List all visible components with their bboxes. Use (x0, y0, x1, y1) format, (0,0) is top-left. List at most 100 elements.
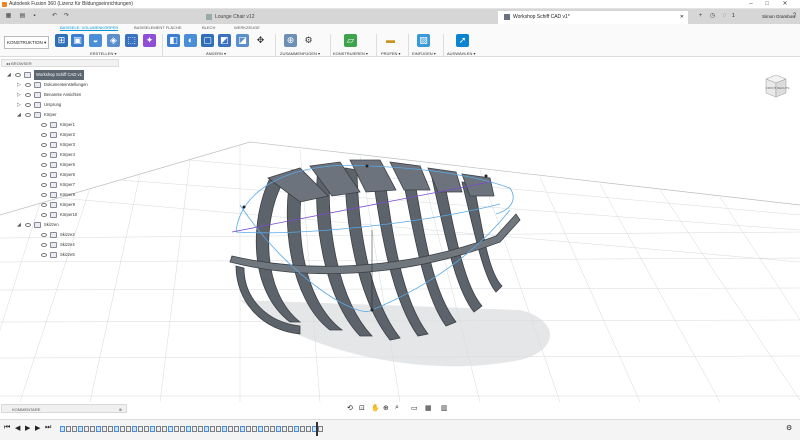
visibility-eye-icon[interactable] (41, 163, 47, 167)
timeline-feature-icon[interactable] (198, 426, 203, 432)
visibility-eye-icon[interactable] (25, 103, 31, 107)
group-auswaehlen[interactable]: AUSWÄHLEN ▾ (447, 51, 475, 56)
offset-plane-icon[interactable]: ▱ (344, 34, 357, 47)
browser-node[interactable]: Körper3 (1, 140, 119, 150)
browser-node[interactable]: Körper4 (1, 150, 119, 160)
browser-node[interactable]: ◢ Workshop Schiff CAD v1 (1, 70, 119, 80)
close-tab-icon[interactable]: ✕ (680, 11, 684, 24)
file-menu-icon[interactable]: ▤ (18, 12, 27, 21)
expand-toggle-icon[interactable]: ◢ (7, 70, 11, 80)
minimize-button[interactable]: – (744, 0, 758, 9)
timeline-feature-icon[interactable] (258, 426, 263, 432)
timeline-feature-icon[interactable] (150, 426, 155, 432)
timeline-feature-icon[interactable] (270, 426, 275, 432)
revolve-icon[interactable]: ◒ (89, 34, 102, 47)
play-icon[interactable]: ▶ (25, 424, 30, 432)
go-to-start-icon[interactable]: ⏮ (4, 424, 10, 432)
browser-node[interactable]: Körper10 (1, 210, 119, 220)
browser-node[interactable]: Körper1 (1, 120, 119, 130)
zoom-window-icon[interactable]: ⌕ (395, 404, 399, 412)
model-canvas[interactable] (0, 58, 800, 403)
expand-toggle-icon[interactable]: ▷ (17, 90, 21, 100)
redo-icon[interactable]: ↷ (62, 12, 71, 21)
timeline-feature-icon[interactable] (126, 426, 131, 432)
timeline-feature-icon[interactable] (78, 426, 83, 432)
browser-node[interactable]: ◢ Skizzen (1, 220, 119, 230)
undo-icon[interactable]: ↶ (50, 12, 59, 21)
timeline-feature-icon[interactable] (102, 426, 107, 432)
timeline-feature-icon[interactable] (168, 426, 173, 432)
browser-node[interactable]: Körper8 (1, 190, 119, 200)
split-icon[interactable]: ◪ (236, 34, 249, 47)
tab-lounge-chair[interactable]: Lounge Chair v12 (200, 11, 380, 24)
add-comment-icon[interactable]: ⊕ (119, 405, 122, 414)
browser-node[interactable]: Körper5 (1, 160, 119, 170)
timeline-feature-icon[interactable] (108, 426, 113, 432)
sketch-point[interactable] (484, 174, 488, 178)
box-icon[interactable]: ⬚ (125, 34, 138, 47)
timeline-feature-icon[interactable] (186, 426, 191, 432)
timeline-feature-icon[interactable] (156, 426, 161, 432)
visibility-eye-icon[interactable] (41, 173, 47, 177)
visibility-eye-icon[interactable] (41, 233, 47, 237)
browser-node[interactable]: ▷ Ursprung (1, 100, 119, 110)
grid-settings-icon[interactable]: ▦ (425, 404, 432, 412)
timeline-feature-icon[interactable] (174, 426, 179, 432)
browser-node[interactable]: ◢ Körper (1, 110, 119, 120)
tab-werkzeuge[interactable]: WERKZEUGE (234, 24, 260, 31)
timeline-feature-icon[interactable] (192, 426, 197, 432)
visibility-eye-icon[interactable] (25, 83, 31, 87)
look-at-icon[interactable]: ⊡ (359, 404, 365, 412)
timeline-feature-icon[interactable] (288, 426, 293, 432)
visibility-eye-icon[interactable] (41, 133, 47, 137)
timeline-feature-icon[interactable] (240, 426, 245, 432)
insert-image-icon[interactable]: ▨ (417, 34, 430, 47)
browser-node[interactable]: Körper2 (1, 130, 119, 140)
group-aendern[interactable]: ÄNDERN ▾ (206, 51, 226, 56)
browser-node[interactable]: Körper9 (1, 200, 119, 210)
timeline-feature-icon[interactable] (132, 426, 137, 432)
visibility-eye-icon[interactable] (41, 183, 47, 187)
display-settings-icon[interactable]: ▭ (411, 404, 418, 412)
timeline-feature-icon[interactable] (246, 426, 251, 432)
select-icon[interactable]: ➚ (456, 34, 469, 47)
group-einfuegen[interactable]: EINFÜGEN ▾ (412, 51, 436, 56)
pan-icon[interactable]: ✋ (371, 404, 380, 412)
expand-toggle-icon[interactable]: ◢ (17, 110, 21, 120)
timeline-feature-icon[interactable] (144, 426, 149, 432)
browser-node[interactable]: Skizze4 (1, 240, 119, 250)
timeline-feature-icon[interactable] (318, 426, 323, 432)
group-erstellen[interactable]: ERSTELLEN ▾ (90, 51, 116, 56)
visibility-eye-icon[interactable] (15, 73, 21, 77)
timeline-feature-icon[interactable] (138, 426, 143, 432)
expand-toggle-icon[interactable]: ▷ (17, 80, 21, 90)
visibility-eye-icon[interactable] (41, 143, 47, 147)
tab-workshop-schiff[interactable]: Workshop Schiff CAD v1* ✕ (498, 11, 688, 24)
timeline-settings-icon[interactable]: ⚙ (786, 424, 792, 432)
expand-toggle-icon[interactable]: ▷ (17, 100, 21, 110)
visibility-eye-icon[interactable] (41, 203, 47, 207)
timeline-feature-icon[interactable] (252, 426, 257, 432)
viewcube[interactable]: FRONT RECHTS (762, 71, 789, 101)
sketch-point[interactable] (242, 205, 246, 209)
browser-node[interactable]: Körper7 (1, 180, 119, 190)
browser-node[interactable]: Körper6 (1, 170, 119, 180)
timeline-feature-icon[interactable] (204, 426, 209, 432)
joint-icon[interactable]: ⚙ (302, 34, 315, 47)
timeline-feature-icon[interactable] (228, 426, 233, 432)
shell-icon[interactable]: ▢ (201, 34, 214, 47)
visibility-eye-icon[interactable] (25, 113, 31, 117)
group-konstruieren[interactable]: KONSTRUIEREN ▾ (333, 51, 368, 56)
move-icon[interactable]: ✥ (254, 34, 267, 47)
browser-node[interactable]: ▷ Benannte Ansichten (1, 90, 119, 100)
group-pruefen[interactable]: PRÜFEN ▾ (381, 51, 401, 56)
timeline-feature-icon[interactable] (234, 426, 239, 432)
step-back-icon[interactable]: ◀ (15, 424, 20, 432)
create-sketch-icon[interactable]: ⊞ (55, 34, 68, 47)
fillet-icon[interactable]: ◐ (184, 34, 197, 47)
close-window-button[interactable]: ✕ (778, 0, 792, 9)
timeline-feature-icon[interactable] (180, 426, 185, 432)
viewcube-front-label[interactable]: FRONT (766, 86, 776, 90)
visibility-eye-icon[interactable] (41, 153, 47, 157)
timeline-feature-icon[interactable] (306, 426, 311, 432)
